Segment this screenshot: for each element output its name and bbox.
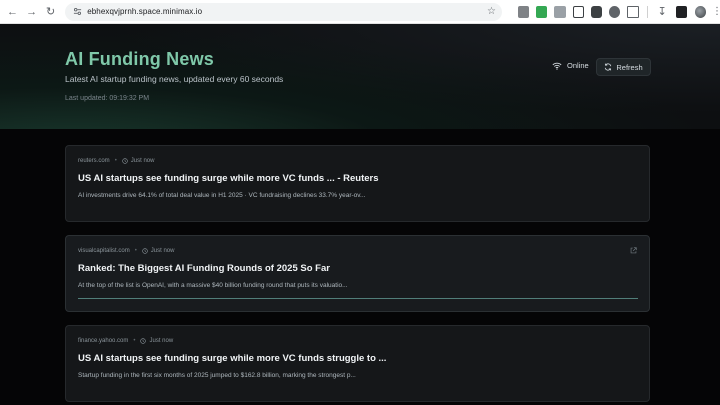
status-label: Online	[567, 61, 589, 70]
article-title[interactable]: Ranked: The Biggest AI Funding Rounds of…	[78, 263, 330, 274]
news-card[interactable]: visualcapitalist.com • Just now Ranked: …	[65, 235, 650, 312]
last-updated-text: Last updated: 09:19:32 PM	[65, 95, 150, 102]
extensions-puzzle-icon[interactable]	[627, 5, 639, 18]
meta-separator: •	[134, 248, 137, 254]
bookmark-star-icon[interactable]: ☆	[487, 6, 496, 17]
article-source[interactable]: visualcapitalist.com	[78, 248, 130, 254]
extension-icon[interactable]	[554, 5, 566, 18]
address-bar[interactable]: ebhexqvjprnh.space.minimax.io ☆	[65, 2, 502, 21]
news-card[interactable]: reuters.com • Just now US AI startups se…	[65, 145, 650, 222]
download-icon[interactable]: ↧	[656, 5, 669, 19]
article-description: AI investments drive 64.1% of total deal…	[78, 192, 366, 199]
extension-icon[interactable]	[572, 5, 584, 18]
article-meta: reuters.com • Just now	[78, 158, 154, 164]
browser-toolbar: ← → ↻ ebhexqvjprnh.space.minimax.io ☆ ↧ …	[0, 0, 720, 24]
wifi-icon	[552, 62, 562, 70]
profile-avatar[interactable]	[694, 5, 707, 18]
refresh-label: Refresh	[616, 62, 643, 72]
article-time: Just now	[150, 248, 175, 254]
more-menu-icon[interactable]: ⋮	[712, 6, 720, 17]
forward-arrow-icon[interactable]: →	[25, 5, 38, 19]
back-arrow-icon[interactable]: ←	[6, 5, 19, 19]
article-description: Startup funding in the first six months …	[78, 372, 356, 379]
hover-underline	[78, 298, 638, 299]
reload-icon[interactable]: ↻	[44, 5, 57, 19]
page-title: AI Funding News	[65, 49, 214, 69]
site-info-icon[interactable]	[71, 6, 83, 18]
article-title[interactable]: US AI startups see funding surge while m…	[78, 173, 379, 184]
page-header: AI Funding News Latest AI startup fundin…	[0, 24, 720, 129]
article-meta: visualcapitalist.com • Just now	[78, 248, 174, 254]
clock-icon	[122, 158, 128, 164]
article-time: Just now	[149, 338, 174, 344]
article-title[interactable]: US AI startups see funding surge while m…	[78, 353, 386, 364]
page-subtitle: Latest AI startup funding news, updated …	[65, 74, 284, 84]
clock-icon	[142, 248, 148, 254]
article-source[interactable]: finance.yahoo.com	[78, 338, 128, 344]
extension-icon[interactable]	[675, 5, 687, 18]
extension-icon[interactable]	[536, 5, 548, 18]
extension-icon[interactable]	[517, 5, 530, 18]
article-time: Just now	[130, 158, 155, 164]
external-link-icon[interactable]	[630, 247, 637, 254]
refresh-icon	[605, 63, 612, 71]
extension-icon[interactable]	[609, 5, 621, 18]
meta-separator: •	[114, 158, 117, 164]
article-description: At the top of the list is OpenAI, with a…	[78, 282, 348, 289]
connection-status: Online	[552, 61, 589, 70]
address-url[interactable]: ebhexqvjprnh.space.minimax.io	[87, 7, 202, 16]
refresh-button[interactable]: Refresh	[596, 58, 651, 76]
article-source[interactable]: reuters.com	[78, 158, 110, 164]
article-meta: finance.yahoo.com • Just now	[78, 338, 173, 344]
news-card[interactable]: finance.yahoo.com • Just now US AI start…	[65, 325, 650, 402]
meta-separator: •	[133, 338, 136, 344]
extension-icon[interactable]	[590, 5, 603, 18]
clock-icon	[140, 338, 147, 344]
toolbar-divider	[646, 5, 648, 18]
